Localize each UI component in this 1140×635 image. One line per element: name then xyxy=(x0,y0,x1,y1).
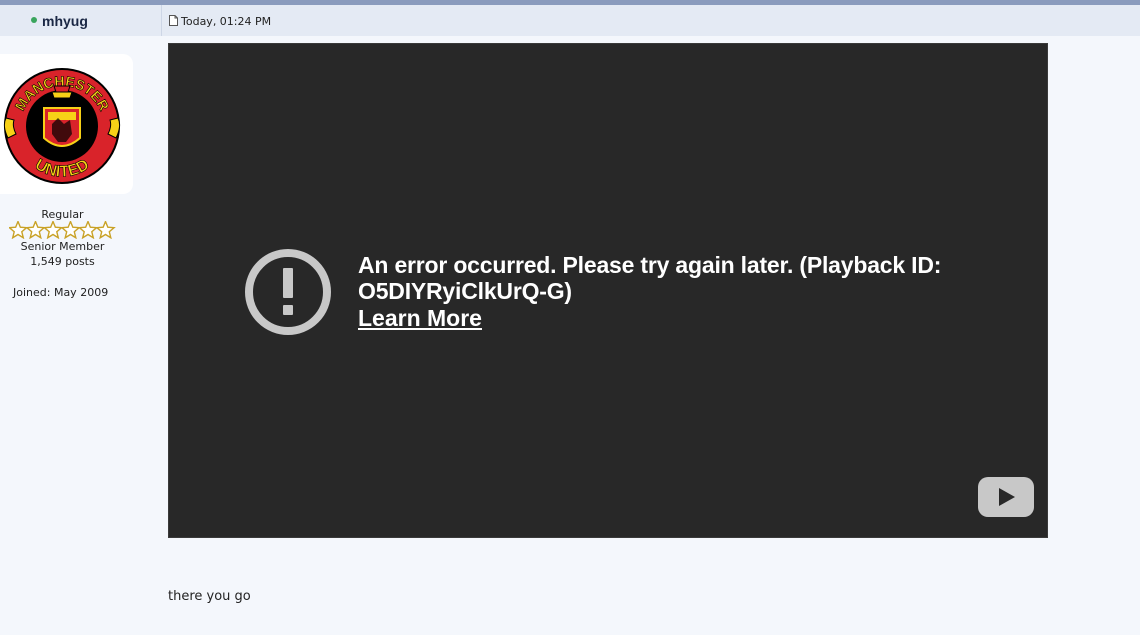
rank-star-icon xyxy=(25,221,46,239)
manchester-united-crest-image: MANCHESTER UNITED xyxy=(3,68,121,184)
member-title: Senior Member xyxy=(20,240,105,253)
rank-star-icon xyxy=(60,221,81,239)
video-error-message: An error occurred. Please try again late… xyxy=(358,252,942,304)
rank-star-icon xyxy=(42,221,64,239)
header-post-cell: Today, 01:24 PM xyxy=(162,5,1140,36)
youtube-icon[interactable] xyxy=(978,477,1034,517)
rank-star-icon xyxy=(95,221,116,239)
user-sidebar: MANCHESTER UNITED Regular Senior Member … xyxy=(0,36,162,635)
username-link[interactable]: mhyug xyxy=(42,13,88,29)
post-header: mhyug Today, 01:24 PM xyxy=(0,5,1140,36)
exclamation-circle-icon xyxy=(245,249,331,335)
rank-star-icon xyxy=(77,221,99,239)
rank-star-icon xyxy=(9,221,29,239)
post-document-icon xyxy=(169,15,178,26)
post-count: 1,549 posts xyxy=(30,255,95,268)
online-status-icon xyxy=(31,17,37,23)
user-rank: Regular xyxy=(41,208,84,221)
post-date: Today, 01:24 PM xyxy=(181,15,272,28)
header-user-cell: mhyug xyxy=(0,5,162,36)
join-date: Joined: May 2009 xyxy=(13,286,109,299)
youtube-embed[interactable]: An error occurred. Please try again late… xyxy=(168,43,1048,538)
avatar[interactable]: MANCHESTER UNITED xyxy=(0,54,133,194)
learn-more-link[interactable]: Learn More xyxy=(358,305,482,331)
rank-stars xyxy=(9,221,116,239)
post-body: there you go xyxy=(168,589,251,604)
